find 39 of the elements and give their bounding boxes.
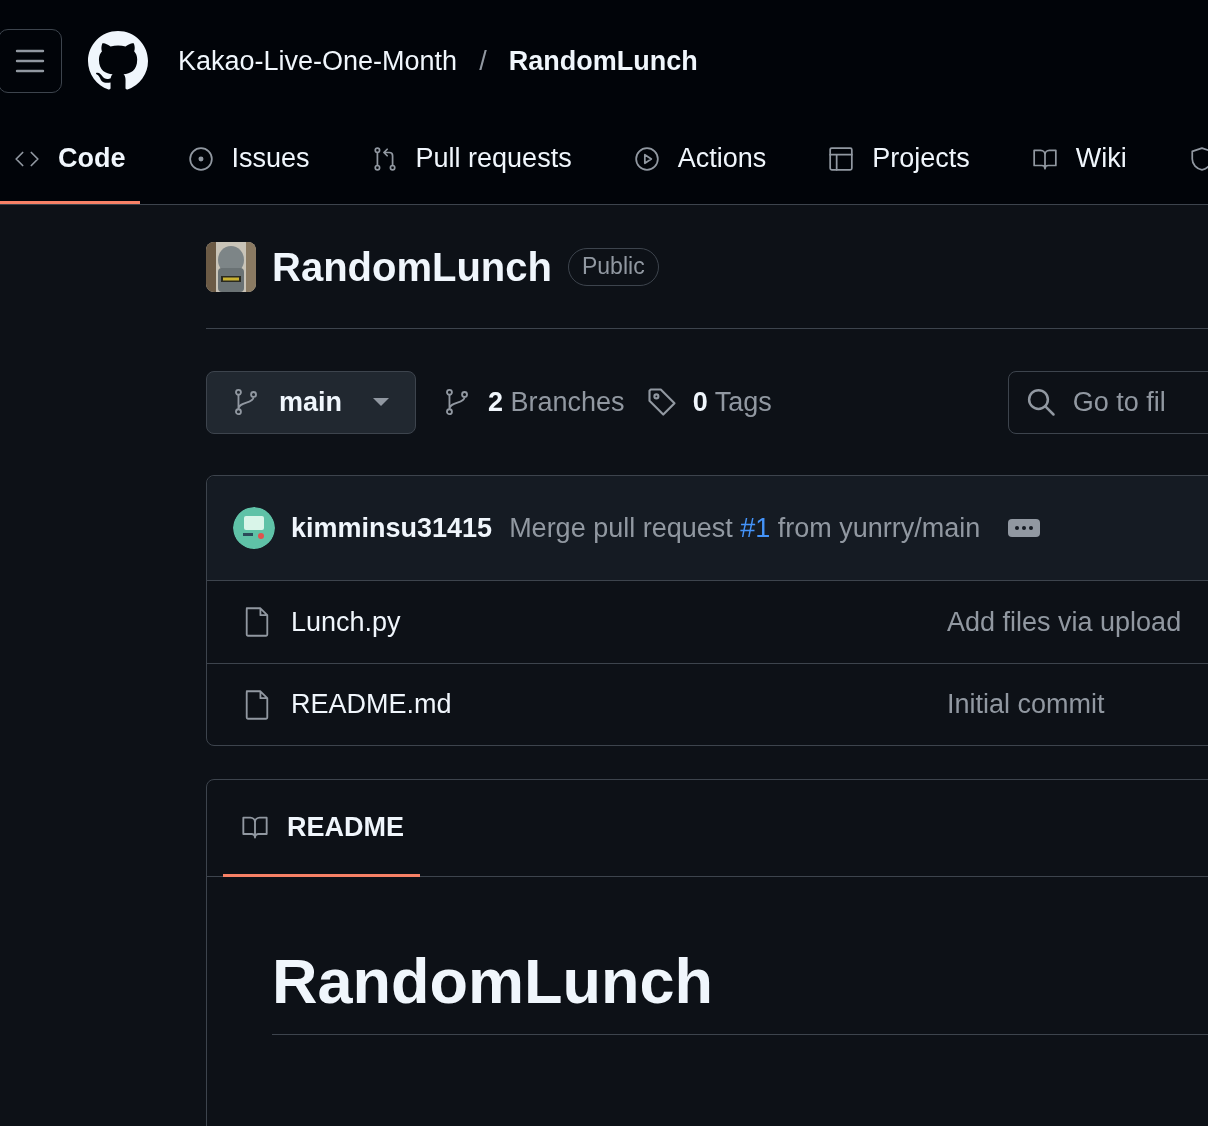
breadcrumb-separator: / xyxy=(479,44,487,78)
nav-tab[interactable]: Wiki xyxy=(1017,124,1141,204)
pull-request-icon xyxy=(371,145,398,172)
branches-link[interactable]: 2 Branches xyxy=(444,381,625,423)
file-icon xyxy=(243,606,271,638)
branch-selector[interactable]: main xyxy=(206,370,416,434)
circle-dot-icon xyxy=(187,145,214,172)
owner-link[interactable]: Kakao-Live-One-Month xyxy=(178,40,458,82)
readme-tab[interactable]: README xyxy=(223,780,420,877)
branch-icon xyxy=(444,388,470,416)
repo-link[interactable]: RandomLunch xyxy=(508,40,698,82)
cat-logo-icon[interactable] xyxy=(88,31,148,91)
menu-icon xyxy=(15,48,45,74)
file-search-field[interactable]: Go to fil xyxy=(1007,370,1208,434)
caret-icon xyxy=(373,397,389,407)
play-icon xyxy=(633,145,660,172)
nav-tab[interactable]: Projects xyxy=(814,124,984,204)
pull-request-link[interactable]: #1 xyxy=(740,512,771,543)
avatar xyxy=(233,507,275,549)
commit-message: Merge pull request #1 from yunrry/main xyxy=(509,511,981,545)
commit-author[interactable]: kimminsu31415 xyxy=(291,507,493,549)
branch-icon xyxy=(233,388,259,416)
nav-tab[interactable]: Issues xyxy=(173,124,324,204)
file-icon xyxy=(243,688,271,721)
nav-tab[interactable]: Pull requests xyxy=(357,124,586,204)
file-link[interactable]: README.md xyxy=(291,684,891,725)
repo-title: RandomLunch xyxy=(272,243,552,291)
search-icon xyxy=(1025,386,1056,417)
ellipsis-button[interactable] xyxy=(1008,519,1041,537)
nav-tab[interactable]: Code xyxy=(0,124,140,204)
commit-message-link[interactable]: Add files via upload xyxy=(947,601,1182,643)
commit-message-link[interactable]: Initial commit xyxy=(947,684,1105,725)
readme-heading: RandomLunch xyxy=(272,947,1208,1036)
nav-tab[interactable]: Actions xyxy=(619,124,781,204)
tags-link[interactable]: 0 Tags xyxy=(646,381,772,423)
table-icon xyxy=(828,145,855,172)
shield-icon xyxy=(1188,145,1208,172)
file-link[interactable]: Lunch.py xyxy=(291,601,891,643)
tag-icon xyxy=(646,387,677,417)
